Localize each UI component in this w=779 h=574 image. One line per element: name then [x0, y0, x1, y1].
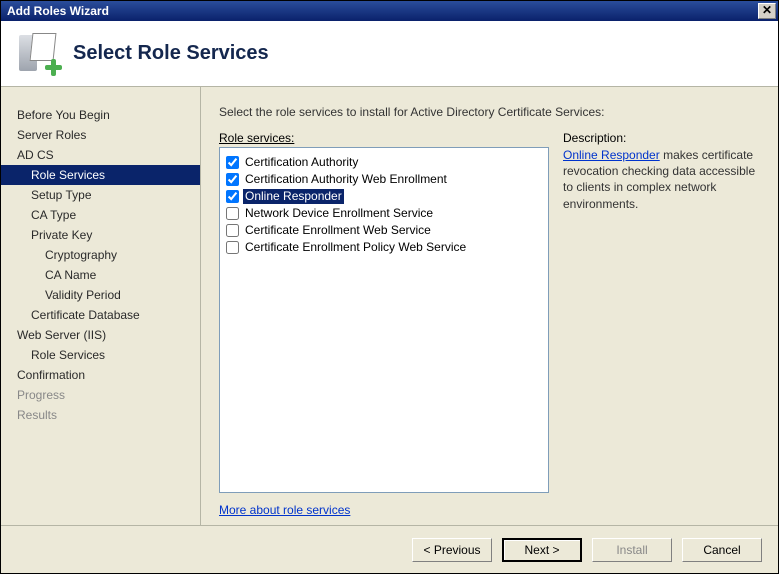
nav-item[interactable]: Cryptography: [1, 245, 200, 265]
role-service-label: Certification Authority: [243, 155, 360, 170]
description-link[interactable]: Online Responder: [563, 148, 660, 162]
role-service-item[interactable]: Online Responder: [224, 188, 544, 205]
role-service-checkbox[interactable]: [226, 241, 239, 254]
previous-button[interactable]: < Previous: [412, 538, 492, 562]
role-service-label: Online Responder: [243, 189, 344, 204]
nav-item[interactable]: Server Roles: [1, 125, 200, 145]
cancel-button[interactable]: Cancel: [682, 538, 762, 562]
role-service-checkbox[interactable]: [226, 207, 239, 220]
role-services-list[interactable]: Certification Authority Certification Aut…: [219, 147, 549, 493]
role-services-label: Role services:: [219, 131, 549, 145]
role-service-item[interactable]: Certification Authority Web Enrollment: [224, 171, 544, 188]
install-button[interactable]: Install: [592, 538, 672, 562]
window-title: Add Roles Wizard: [7, 4, 758, 18]
nav-item[interactable]: Setup Type: [1, 185, 200, 205]
role-service-checkbox[interactable]: [226, 190, 239, 203]
nav-item[interactable]: Before You Begin: [1, 105, 200, 125]
role-service-item[interactable]: Certificate Enrollment Policy Web Servic…: [224, 239, 544, 256]
role-service-label: Certificate Enrollment Policy Web Servic…: [243, 240, 468, 255]
titlebar: Add Roles Wizard ✕: [1, 1, 778, 21]
more-about-link[interactable]: More about role services: [219, 503, 549, 517]
nav-item[interactable]: Role Services: [1, 345, 200, 365]
description-label: Description:: [563, 131, 760, 145]
role-service-item[interactable]: Certificate Enrollment Web Service: [224, 222, 544, 239]
role-service-label: Network Device Enrollment Service: [243, 206, 435, 221]
wizard-footer: < Previous Next > Install Cancel: [1, 525, 778, 573]
role-service-item[interactable]: Network Device Enrollment Service: [224, 205, 544, 222]
wizard-icon: [19, 33, 61, 75]
close-icon[interactable]: ✕: [758, 3, 776, 19]
nav-item[interactable]: Confirmation: [1, 365, 200, 385]
role-service-label: Certification Authority Web Enrollment: [243, 172, 449, 187]
nav-item[interactable]: Role Services: [1, 165, 200, 185]
role-service-checkbox[interactable]: [226, 173, 239, 186]
nav-item[interactable]: CA Name: [1, 265, 200, 285]
description-text: Online Responder makes certificate revoc…: [563, 147, 760, 212]
next-button[interactable]: Next >: [502, 538, 582, 562]
role-service-item[interactable]: Certification Authority: [224, 154, 544, 171]
instruction-text: Select the role services to install for …: [219, 105, 760, 119]
main-content: Select the role services to install for …: [201, 87, 778, 525]
nav-item[interactable]: Private Key: [1, 225, 200, 245]
page-title: Select Role Services: [73, 42, 269, 65]
nav-item[interactable]: Validity Period: [1, 285, 200, 305]
nav-item[interactable]: CA Type: [1, 205, 200, 225]
nav-item[interactable]: Certificate Database: [1, 305, 200, 325]
wizard-header: Select Role Services: [1, 21, 778, 87]
role-service-label: Certificate Enrollment Web Service: [243, 223, 433, 238]
nav-item[interactable]: AD CS: [1, 145, 200, 165]
nav-item[interactable]: Web Server (IIS): [1, 325, 200, 345]
role-service-checkbox[interactable]: [226, 156, 239, 169]
role-service-checkbox[interactable]: [226, 224, 239, 237]
nav-item: Progress: [1, 385, 200, 405]
wizard-nav: Before You BeginServer RolesAD CSRole Se…: [1, 87, 201, 525]
nav-item: Results: [1, 405, 200, 425]
